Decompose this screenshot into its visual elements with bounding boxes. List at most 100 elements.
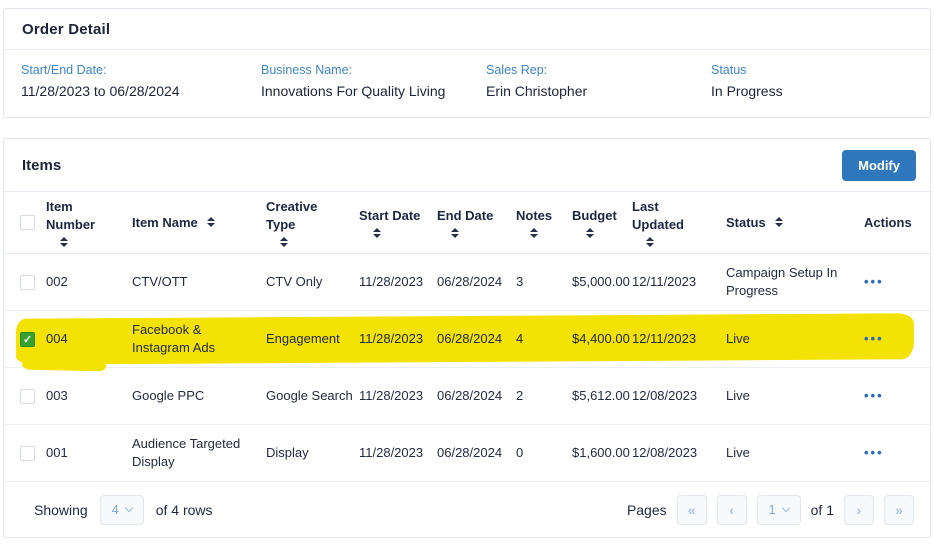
cell-start-date: 11/28/2023 [359, 273, 437, 291]
cell-last-updated: 12/11/2023 [632, 273, 726, 291]
field-label: Business Name: [261, 63, 486, 77]
items-panel: Items Modify Item Number Item Name Creat… [3, 138, 931, 538]
cell-budget: $5,000.00 [572, 273, 632, 291]
cell-status: Live [726, 387, 864, 405]
field-sales-rep: Sales Rep: Erin Christopher [486, 63, 711, 99]
cell-last-updated: 12/08/2023 [632, 444, 726, 462]
pages-total-label: of 1 [811, 502, 834, 518]
cell-start-date: 11/28/2023 [359, 387, 437, 405]
table-row: 003 Google PPC Google Search 11/28/2023 … [4, 368, 930, 425]
row-checkbox[interactable] [20, 275, 35, 290]
page-size-select[interactable]: 4 [100, 495, 144, 525]
row-actions-ellipsis-icon[interactable]: ••• [864, 445, 884, 460]
order-detail-header: Order Detail [4, 9, 930, 50]
sort-icon[interactable] [451, 228, 459, 238]
table-row-highlighted: 004 Facebook & Instagram Ads Engagement … [4, 311, 930, 368]
cell-creative-type: Display [266, 444, 359, 462]
field-value: 11/28/2023 to 06/28/2024 [21, 83, 261, 99]
cell-item-name: Google PPC [132, 387, 266, 405]
cell-end-date: 06/28/2024 [437, 273, 516, 291]
cell-item-name: Audience Targeted Display [132, 435, 266, 470]
sort-icon[interactable] [586, 228, 594, 238]
column-header-item-number[interactable]: Item Number [46, 198, 132, 246]
page-select[interactable]: 1 [757, 495, 801, 525]
field-value: In Progress [711, 83, 930, 99]
column-header-start-date[interactable]: Start Date [359, 207, 437, 238]
sort-icon[interactable] [60, 237, 68, 247]
select-all-checkbox[interactable] [20, 215, 35, 230]
field-label: Start/End Date: [21, 63, 261, 77]
cell-creative-type: Google Search [266, 387, 359, 405]
rows-total-label: of 4 rows [156, 502, 213, 518]
next-page-button[interactable]: › [844, 495, 874, 525]
cell-last-updated: 12/11/2023 [632, 330, 726, 348]
column-header-actions: Actions [864, 214, 930, 232]
cell-item-number: 003 [46, 387, 132, 405]
cell-last-updated: 12/08/2023 [632, 387, 726, 405]
cell-notes: 4 [516, 330, 572, 348]
row-actions-ellipsis-icon[interactable]: ••• [864, 388, 884, 403]
sort-icon[interactable] [775, 217, 783, 227]
cell-end-date: 06/28/2024 [437, 330, 516, 348]
row-checkbox[interactable] [20, 389, 35, 404]
sort-icon[interactable] [280, 237, 288, 247]
field-status: Status In Progress [711, 63, 930, 99]
cell-item-number: 004 [46, 330, 132, 348]
column-header-notes[interactable]: Notes [516, 207, 572, 238]
cell-status: Live [726, 330, 864, 348]
cell-item-name: CTV/OTT [132, 273, 266, 291]
prev-page-button[interactable]: ‹ [717, 495, 747, 525]
cell-item-number: 002 [46, 273, 132, 291]
field-value: Innovations For Quality Living [261, 83, 486, 99]
select-all-cell [20, 215, 46, 230]
sort-icon[interactable] [646, 237, 654, 247]
order-detail-panel: Order Detail Start/End Date: 11/28/2023 … [3, 8, 931, 118]
cell-item-number: 001 [46, 444, 132, 462]
cell-end-date: 06/28/2024 [437, 387, 516, 405]
column-header-budget[interactable]: Budget [572, 207, 632, 238]
order-detail-fields: Start/End Date: 11/28/2023 to 06/28/2024… [4, 50, 930, 117]
last-page-button[interactable]: » [884, 495, 914, 525]
row-checkbox[interactable] [20, 446, 35, 461]
column-header-creative-type[interactable]: Creative Type [266, 198, 359, 246]
sort-icon[interactable] [207, 217, 215, 227]
chevron-down-icon [782, 504, 790, 512]
table-row: 001 Audience Targeted Display Display 11… [4, 425, 930, 482]
table-row: 002 CTV/OTT CTV Only 11/28/2023 06/28/20… [4, 254, 930, 311]
chevron-down-icon [125, 504, 133, 512]
cell-notes: 2 [516, 387, 572, 405]
showing-label: Showing [34, 502, 88, 518]
items-title: Items [22, 157, 61, 174]
field-label: Status [711, 63, 930, 77]
cell-budget: $1,600.00 [572, 444, 632, 462]
column-header-last-updated[interactable]: Last Updated [632, 198, 726, 246]
cell-end-date: 06/28/2024 [437, 444, 516, 462]
field-start-end-date: Start/End Date: 11/28/2023 to 06/28/2024 [21, 63, 261, 99]
column-header-status[interactable]: Status [726, 214, 864, 232]
items-header: Items Modify [4, 139, 930, 192]
row-actions-ellipsis-icon[interactable]: ••• [864, 331, 884, 346]
modify-button[interactable]: Modify [842, 150, 916, 181]
row-checkbox-checked[interactable] [20, 332, 35, 347]
cell-item-name: Facebook & Instagram Ads [132, 321, 266, 356]
field-business-name: Business Name: Innovations For Quality L… [261, 63, 486, 99]
column-header-item-name[interactable]: Item Name [132, 214, 266, 232]
sort-icon[interactable] [530, 228, 538, 238]
row-actions-ellipsis-icon[interactable]: ••• [864, 274, 884, 289]
first-page-button[interactable]: « [677, 495, 707, 525]
cell-notes: 0 [516, 444, 572, 462]
table-footer: Showing 4 of 4 rows Pages « ‹ 1 of 1 › » [4, 482, 930, 537]
cell-creative-type: CTV Only [266, 273, 359, 291]
cell-notes: 3 [516, 273, 572, 291]
cell-start-date: 11/28/2023 [359, 444, 437, 462]
field-value: Erin Christopher [486, 83, 711, 99]
pages-label: Pages [627, 502, 667, 518]
sort-icon[interactable] [373, 228, 381, 238]
cell-budget: $4,400.00 [572, 330, 632, 348]
cell-budget: $5,612.00 [572, 387, 632, 405]
column-header-end-date[interactable]: End Date [437, 207, 516, 238]
field-label: Sales Rep: [486, 63, 711, 77]
cell-status: Live [726, 444, 864, 462]
cell-start-date: 11/28/2023 [359, 330, 437, 348]
cell-status: Campaign Setup In Progress [726, 264, 864, 299]
